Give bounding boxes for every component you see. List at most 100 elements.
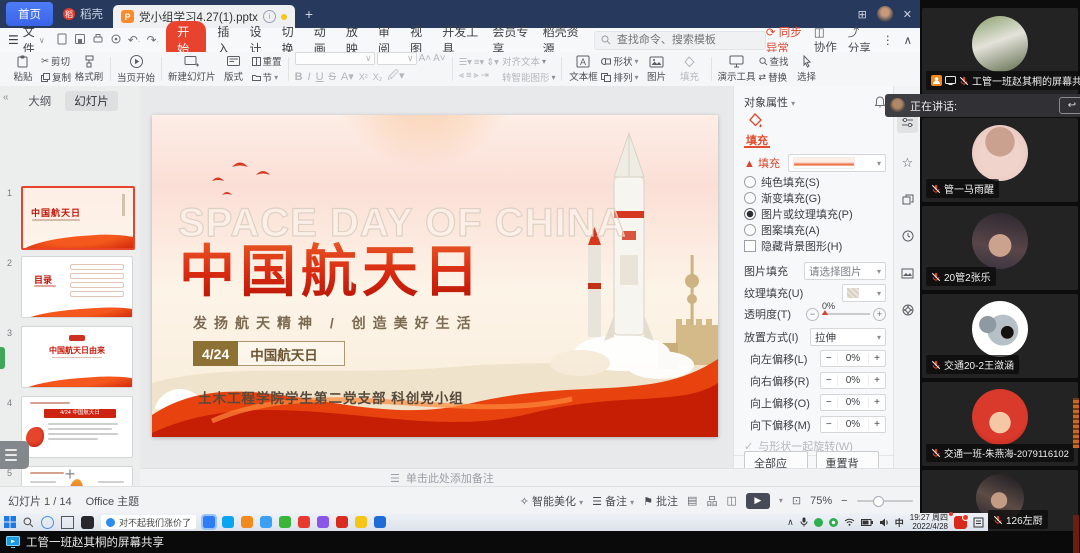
bullets-icon[interactable]: ☰▾ [459, 57, 472, 68]
fill-preview-dropdown[interactable]: ▾ [788, 154, 886, 172]
app-icon-3[interactable] [260, 516, 272, 528]
new-tab-button[interactable]: + [305, 6, 313, 22]
app-icon-8[interactable] [374, 516, 386, 528]
font-color-icon[interactable]: A▾ [341, 70, 354, 83]
offset-down-stepper[interactable]: −0%+ [820, 416, 886, 433]
reset-button[interactable]: 重置 [252, 54, 282, 68]
undo-icon[interactable]: ↶· [125, 33, 144, 47]
sidebar-scrollbar-thumb[interactable] [1073, 398, 1079, 448]
participant-tile-5[interactable]: 交通一班-朱燕海-2079116102 [922, 382, 1078, 466]
ime-indicator[interactable]: 中 [895, 516, 904, 529]
layout-grid-icon[interactable]: ⊞ [858, 8, 867, 21]
reply-icon[interactable]: ↩ [1059, 97, 1080, 114]
align-text-button[interactable]: 对齐文本▾ [502, 54, 556, 68]
slide-date-row[interactable]: 4/24 中国航天日 [193, 341, 345, 366]
preview-icon[interactable] [107, 33, 125, 48]
tray-expand-icon[interactable]: ∧ [787, 517, 794, 528]
redo-icon[interactable]: ↷· [143, 33, 162, 47]
radio-pattern-fill[interactable]: 图案填充(A) [744, 222, 886, 238]
tray-mic-icon[interactable] [800, 517, 808, 527]
task-view-icon[interactable] [61, 516, 74, 529]
align-center-icon[interactable]: ≡ [466, 70, 472, 81]
fit-window-icon[interactable]: ⊡ [792, 494, 801, 507]
font-size-select[interactable]: ∨ [377, 52, 417, 65]
more-icon[interactable]: ⋮ [882, 33, 894, 47]
app-icon-2[interactable] [241, 516, 253, 528]
zoom-out-button[interactable]: − [841, 495, 847, 507]
tray-clock[interactable]: 19:27 周四 2022/4/28 [910, 513, 948, 531]
app-icon-7[interactable] [355, 516, 367, 528]
save-icon[interactable] [71, 33, 89, 48]
app-icon-6[interactable] [317, 516, 329, 528]
tab-slides[interactable]: 幻灯片 [65, 91, 118, 111]
app-icon-5[interactable] [298, 516, 310, 528]
zoom-slider-knob[interactable] [873, 496, 884, 507]
close-icon[interactable]: ✕ [903, 8, 912, 21]
transparency-slider[interactable]: 0% [822, 313, 870, 315]
strike-button[interactable]: S [329, 71, 336, 83]
help-pane-icon[interactable] [902, 230, 914, 245]
italic-button[interactable]: I [308, 71, 311, 83]
edge-green-tab[interactable] [0, 347, 5, 369]
info-icon[interactable]: i [263, 10, 276, 23]
align-left-icon[interactable]: ⫷ [459, 70, 464, 81]
replace-button[interactable]: ⇄替换 [759, 70, 789, 84]
props-title[interactable]: 对象属性 ▾ [744, 94, 795, 110]
offset-left-stepper[interactable]: −0%+ [820, 350, 886, 367]
notes-bar[interactable]: ☰ 单击此处添加备注 [140, 468, 920, 487]
fill-section-header[interactable]: ▲ 填充 [744, 155, 780, 171]
collapse-ribbon-icon[interactable]: ∧ [904, 33, 912, 47]
view-reading-icon[interactable]: ◫ [726, 494, 736, 507]
collab-button[interactable]: ◫ 协作 [814, 25, 838, 55]
floating-annotation-tool[interactable] [0, 441, 29, 469]
radio-picture-fill[interactable]: 图片或纹理填充(P) [744, 206, 886, 222]
print-icon[interactable] [89, 33, 107, 48]
offset-up-stepper[interactable]: −0%+ [820, 394, 886, 411]
collapse-panel-icon[interactable]: « [3, 92, 9, 103]
transparency-minus[interactable]: − [806, 308, 819, 321]
news-widget[interactable]: 对不起我们涨价了 [101, 515, 196, 529]
new-doc-icon[interactable] [53, 33, 71, 48]
tray-wifi-icon[interactable] [844, 518, 855, 526]
check-hide-background[interactable]: 隐藏背景图形(H) [744, 238, 886, 254]
tray-app-badge-icon[interactable] [954, 516, 967, 529]
tab-outline[interactable]: 大纲 [22, 91, 57, 111]
slideshow-play-button[interactable]: ▶ [746, 493, 770, 509]
linespacing-icon[interactable]: ⇕▾ [486, 57, 499, 68]
numbering-icon[interactable]: ≡▾ [474, 57, 484, 68]
play-from-current-button[interactable]: 当页开始 [117, 54, 155, 84]
participant-tile-4[interactable]: 交通20-2王潋涵 [922, 294, 1078, 378]
participant-tile-1[interactable]: 工管一班赵其桐的屏幕共享 [922, 8, 1078, 94]
tray-green-icon-1[interactable] [814, 518, 823, 527]
play-options-icon[interactable]: ▾ [779, 496, 783, 505]
cut-button[interactable]: ✂剪切 [41, 54, 71, 68]
new-slide-button[interactable]: 新建幻灯片 [168, 55, 216, 83]
layout-button[interactable]: 版式 [219, 55, 249, 83]
action-center-icon[interactable] [973, 517, 984, 528]
app-icon-wps[interactable] [336, 516, 348, 528]
chat-app-icon[interactable] [81, 516, 94, 529]
search-input[interactable] [615, 33, 759, 47]
compass-pane-icon[interactable] [902, 304, 914, 319]
slide-page[interactable]: SPACE DAY OF CHINA 中国航天日 发扬航天精神 / 创造美好生活… [152, 115, 718, 437]
app-icon-1[interactable] [222, 516, 234, 528]
layers-pane-icon[interactable] [902, 193, 914, 208]
star-pane-icon[interactable]: ☆ [902, 155, 914, 171]
start-button[interactable] [4, 516, 16, 528]
subscript-icon[interactable]: X₂ [373, 72, 383, 82]
indent-icon[interactable]: ⇥ [481, 70, 489, 81]
present-tools-button[interactable]: 演示工具 [718, 55, 756, 83]
zoom-level[interactable]: 75% [810, 495, 832, 507]
zoom-slider[interactable] [857, 500, 913, 502]
image-pane-icon[interactable] [901, 267, 914, 282]
copy-button[interactable]: 复制 [41, 70, 71, 84]
picture-fill-dropdown[interactable]: 请选择图片▾ [804, 262, 886, 280]
underline-button[interactable]: U [316, 71, 324, 83]
format-painter-button[interactable]: 格式刷 [74, 55, 104, 83]
font-name-select[interactable]: ∨ [295, 52, 375, 65]
select-button[interactable]: 选择 [792, 55, 822, 83]
beautify-button[interactable]: ✧ 智能美化 ▾ [520, 493, 583, 509]
radio-solid-fill[interactable]: 纯色填充(S) [744, 174, 886, 190]
slide-subtitle[interactable]: 发扬航天精神 / 创造美好生活 [193, 313, 478, 333]
active-app-icon[interactable] [203, 516, 215, 528]
